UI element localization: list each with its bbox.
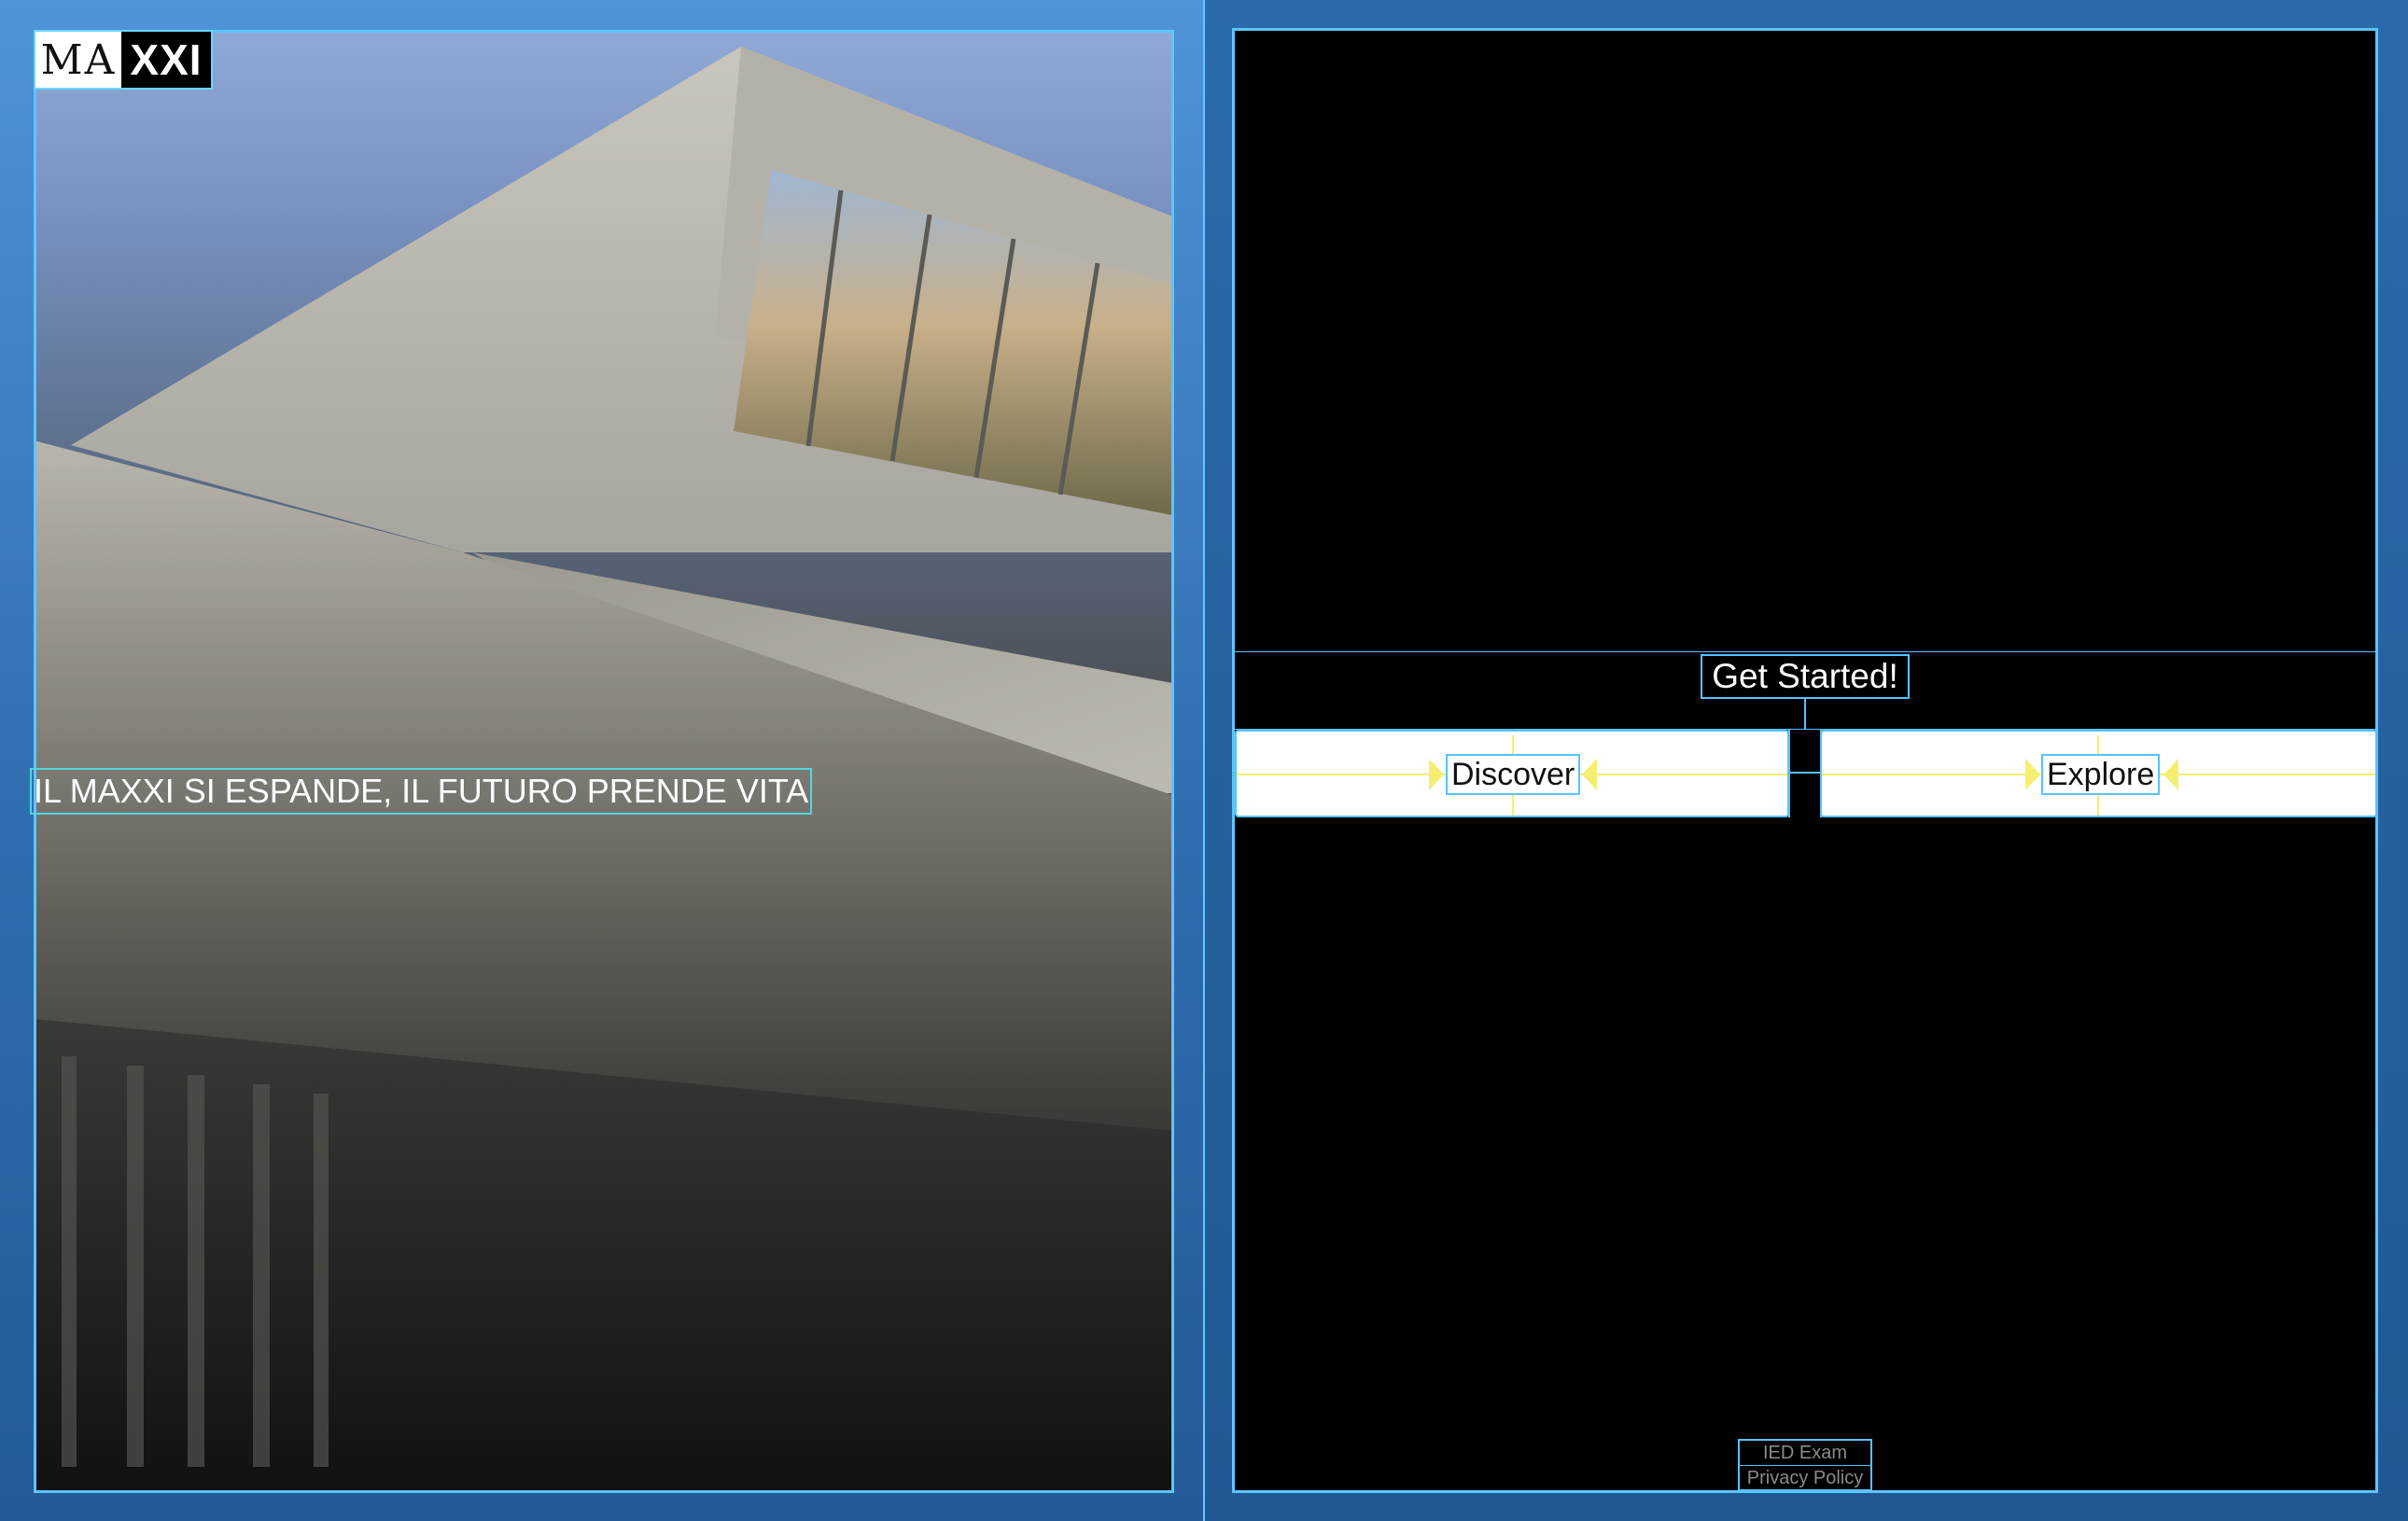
guide-line [2097, 795, 2099, 816]
maxxi-logo[interactable]: MA XXI [34, 30, 213, 90]
hero-frame [34, 30, 1174, 1493]
logo-ma: MA [35, 32, 121, 88]
explore-label: Explore [2041, 754, 2161, 795]
hero-headline: IL MAXXI SI ESPANDE, IL FUTURO PRENDE VI… [30, 768, 813, 815]
exam-label: IED Exam [1740, 1441, 1870, 1466]
explore-button[interactable]: Explore [1820, 730, 2377, 817]
logo-xxi: XXI [121, 32, 211, 88]
arrow-right-icon [1429, 759, 1444, 790]
guide-line [1512, 735, 1514, 754]
discover-label: Discover [1446, 754, 1581, 795]
arrow-left-icon [1582, 759, 1597, 790]
footer: IED Exam Privacy Policy [1738, 1439, 1872, 1491]
connector-line [1804, 699, 1806, 730]
get-started-heading: Get Started! [1701, 654, 1910, 699]
privacy-policy-link[interactable]: Privacy Policy [1740, 1466, 1870, 1490]
guide-line [2097, 735, 2099, 754]
arrow-right-icon [2025, 759, 2040, 790]
guide-line [1512, 795, 1514, 816]
arrow-left-icon [2163, 759, 2178, 790]
discover-button[interactable]: Discover [1235, 730, 1789, 817]
button-divider [1788, 730, 1822, 817]
